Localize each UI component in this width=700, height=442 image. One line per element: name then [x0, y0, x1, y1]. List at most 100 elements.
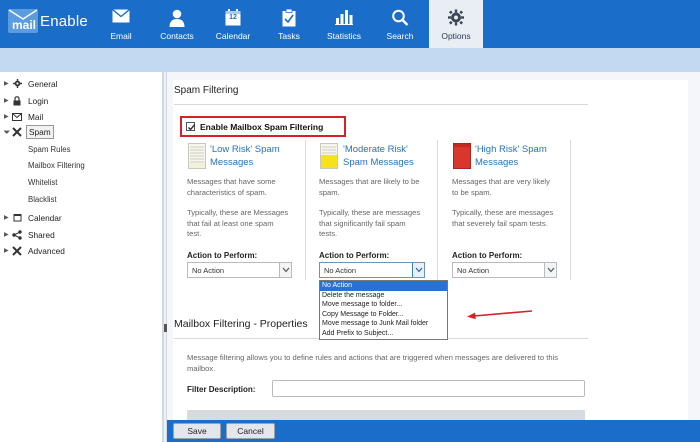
expand-arrow-icon[interactable]: ▶ — [4, 97, 11, 104]
column-divider — [437, 140, 438, 280]
logo-mail-text: mail — [12, 18, 37, 32]
sub-toolbar-strip — [0, 48, 700, 72]
sidebar-item-label: Mail — [28, 111, 44, 122]
nav-statistics-label: Statistics — [326, 31, 361, 41]
moderate-risk-title: 'Moderate Risk' Spam Messages — [343, 144, 414, 168]
dropdown-option-copy-folder[interactable]: Copy Message to Folder... — [320, 310, 447, 320]
sidebar-item-label: Login — [28, 95, 49, 106]
options-sidebar: ▶ General ▶ Login ▶ Mail ◢ Spam Spam Rul… — [0, 72, 163, 442]
sidebar-item-login[interactable]: ▶ Login — [4, 94, 50, 107]
low-risk-description: Messages that have some characteristics … — [187, 177, 289, 238]
filter-table-header — [187, 410, 585, 420]
low-risk-meter-icon — [188, 143, 206, 169]
footer-bar: Save Cancel — [167, 420, 700, 442]
top-navigation-bar: mail Enable Email Contacts Calendar 12 T… — [0, 0, 700, 48]
expand-arrow-icon[interactable]: ▶ — [4, 247, 11, 254]
column-divider — [570, 140, 571, 280]
magnifier-icon — [392, 9, 409, 26]
section-divider — [174, 104, 588, 105]
moderate-risk-action-select[interactable]: No Action — [319, 262, 425, 278]
tools-icon — [11, 245, 23, 256]
sidebar-item-calendar[interactable]: ▶ Calendar — [4, 211, 64, 224]
nav-contacts-label: Contacts — [160, 31, 194, 41]
sidebar-item-label: Advanced — [28, 245, 65, 256]
nav-tasks-label: Tasks — [278, 31, 300, 41]
gear-icon — [11, 79, 23, 89]
sidebar-subitem-whitelist[interactable]: Whitelist — [28, 178, 57, 190]
moderate-risk-description: Messages that are likely to be spam. Typ… — [319, 177, 421, 238]
nav-tasks[interactable]: Tasks — [261, 0, 317, 48]
save-button[interactable]: Save — [173, 423, 221, 439]
sidebar-item-label: General — [28, 78, 58, 89]
mailbox-filtering-title: Mailbox Filtering - Properties — [174, 318, 308, 330]
logo-envelope-icon: mail — [8, 9, 38, 33]
sidebar-item-mail[interactable]: ▶ Mail — [4, 110, 45, 123]
calendar-day-number: 12 — [229, 14, 237, 21]
checkmark-icon — [188, 124, 195, 131]
nav-search-label: Search — [386, 31, 414, 41]
dropdown-option-move-folder[interactable]: Move message to folder... — [320, 300, 447, 310]
low-risk-action-select[interactable]: No Action — [187, 262, 292, 278]
enable-spam-label[interactable]: Enable Mailbox Spam Filtering — [200, 122, 323, 132]
expand-arrow-icon[interactable]: ▶ — [4, 231, 11, 238]
person-icon — [169, 9, 185, 27]
nav-options-label: Options — [441, 31, 471, 41]
mailbox-filtering-description: Message filtering allows you to define r… — [187, 353, 559, 373]
bar-chart-icon — [335, 10, 353, 25]
sidebar-item-label: Calendar — [28, 212, 62, 223]
high-risk-action-label: Action to Perform: — [452, 251, 523, 260]
high-risk-description: Messages that are very likely to be spam… — [452, 177, 554, 228]
filter-description-input[interactable] — [272, 380, 585, 397]
envelope-icon — [112, 9, 130, 23]
cancel-button[interactable]: Cancel — [226, 423, 275, 439]
expand-arrow-icon[interactable]: ▶ — [4, 214, 11, 221]
moderate-risk-meter-icon — [320, 143, 338, 169]
envelope-icon — [11, 112, 23, 122]
lock-icon — [11, 95, 23, 106]
sidebar-subitem-blacklist[interactable]: Blacklist — [28, 195, 57, 207]
nav-email[interactable]: Email — [93, 0, 149, 48]
gear-icon — [448, 9, 464, 26]
action-dropdown-list[interactable]: No Action Delete the message Move messag… — [319, 280, 448, 340]
chevron-down-icon[interactable] — [544, 263, 556, 277]
dropdown-option-no-action[interactable]: No Action — [320, 281, 447, 291]
logo-enable-text: Enable — [40, 12, 88, 30]
mailenable-logo: mail Enable — [8, 9, 88, 33]
sidebar-subitem-spam-rules[interactable]: Spam Rules — [28, 145, 70, 157]
sidebar-item-shared[interactable]: ▶ Shared — [4, 228, 57, 241]
nav-options[interactable]: Options — [429, 0, 483, 48]
sidebar-item-advanced[interactable]: ▶ Advanced — [4, 244, 67, 257]
moderate-risk-action-label: Action to Perform: — [319, 251, 390, 260]
dropdown-option-delete[interactable]: Delete the message — [320, 291, 447, 301]
nav-calendar[interactable]: Calendar 12 — [205, 0, 261, 48]
sidebar-item-label: Shared — [28, 229, 55, 240]
chevron-down-icon[interactable] — [279, 263, 291, 277]
column-divider — [305, 140, 306, 280]
dropdown-option-add-prefix[interactable]: Add Prefix to Subject... — [320, 329, 447, 339]
chevron-down-icon[interactable] — [412, 263, 424, 277]
sidebar-subitem-mailbox-filtering[interactable]: Mailbox Filtering — [28, 161, 85, 173]
dropdown-option-move-junk[interactable]: Move message to Junk Mail folder — [320, 319, 447, 329]
nav-email-label: Email — [110, 31, 132, 41]
filter-description-label: Filter Description: — [187, 385, 256, 394]
sidebar-item-spam[interactable]: ◢ Spam — [3, 124, 54, 139]
low-risk-action-label: Action to Perform: — [187, 251, 258, 260]
nav-contacts[interactable]: Contacts — [149, 0, 205, 48]
enable-spam-checkbox[interactable] — [186, 122, 195, 131]
expand-arrow-icon[interactable]: ▶ — [4, 80, 11, 87]
annotation-arrow-icon — [467, 310, 533, 320]
high-risk-action-select[interactable]: No Action — [452, 262, 557, 278]
expand-arrow-icon[interactable]: ▶ — [4, 113, 11, 120]
nav-statistics[interactable]: Statistics — [316, 0, 372, 48]
share-icon — [11, 229, 23, 240]
sidebar-item-label: Spam — [26, 124, 54, 139]
sidebar-item-general[interactable]: ▶ General — [4, 77, 60, 90]
high-risk-meter-icon — [453, 143, 471, 169]
nav-search[interactable]: Search — [372, 0, 428, 48]
tools-icon — [11, 126, 23, 137]
spam-filtering-title: Spam Filtering — [174, 85, 239, 96]
nav-calendar-label: Calendar — [215, 31, 251, 41]
high-risk-title: 'High Risk' Spam Messages — [475, 144, 547, 168]
low-risk-title: 'Low Risk' Spam Messages — [210, 144, 280, 168]
clipboard-check-icon — [282, 9, 296, 27]
